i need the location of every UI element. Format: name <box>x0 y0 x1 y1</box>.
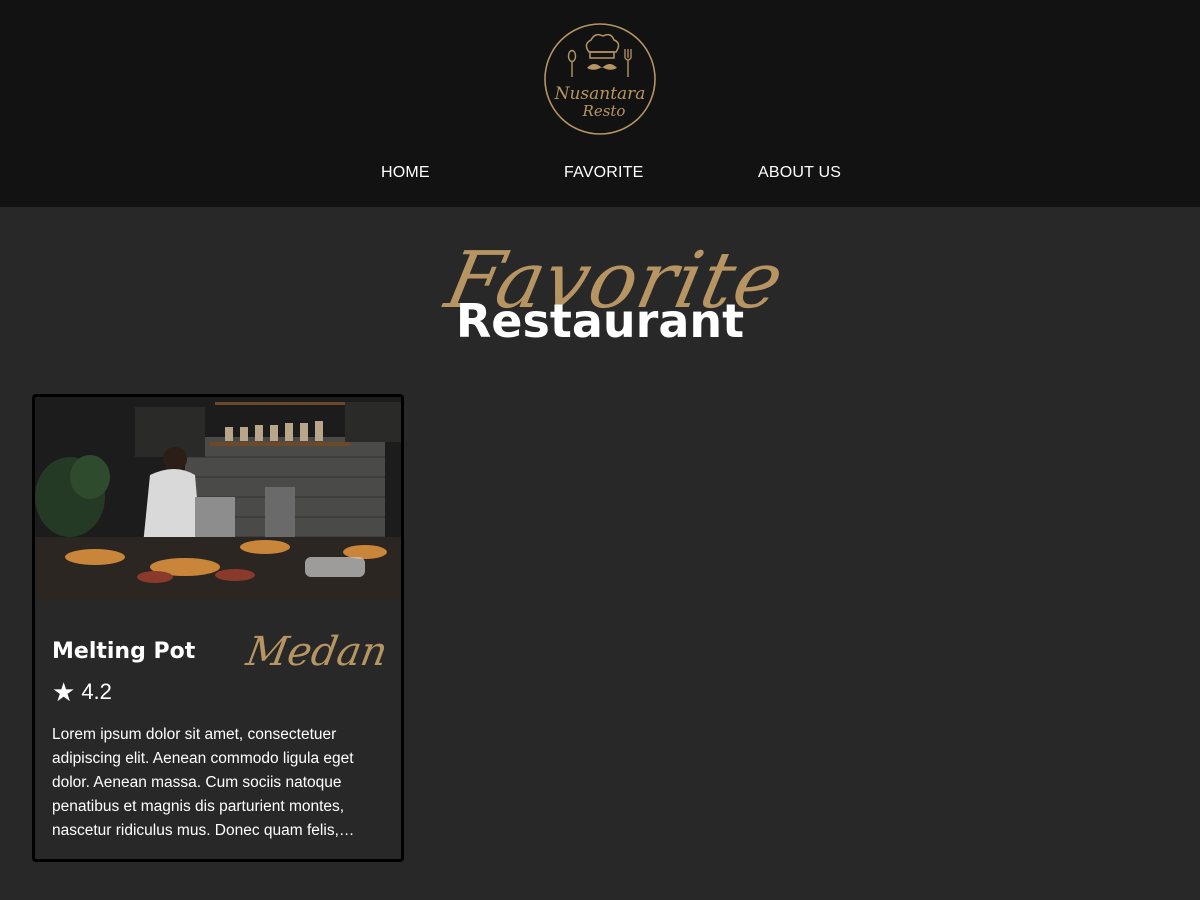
restaurant-image[interactable] <box>35 397 401 601</box>
rating-value: 4.2 <box>81 679 112 704</box>
site-header: Nusantara Resto HOME FAVORITE ABOUT US <box>0 0 1200 207</box>
page-title: Favorite Restaurant <box>0 228 1200 368</box>
nav-about-us-link[interactable]: ABOUT US <box>758 164 841 182</box>
star-icon: ★ <box>52 677 76 707</box>
svg-text:Nusantara: Nusantara <box>554 84 646 104</box>
restaurant-name[interactable]: Melting Pot <box>52 639 195 664</box>
svg-text:Resto: Resto <box>582 102 626 120</box>
restaurant-card[interactable]: Melting Pot Medan ★ 4.2 Lorem ipsum dolo… <box>32 394 404 862</box>
restaurant-city: Medan <box>243 629 392 675</box>
restaurant-photo <box>35 397 401 601</box>
main-nav: HOME FAVORITE ABOUT US <box>0 150 1200 196</box>
nav-favorite-link[interactable]: FAVORITE <box>564 164 644 182</box>
restaurant-description: Lorem ipsum dolor sit amet, consectetuer… <box>52 726 355 839</box>
page-title-main: Restaurant <box>455 294 745 348</box>
restaurant-rating: ★ 4.2 <box>52 679 112 705</box>
nusantara-resto-logo[interactable]: Nusantara Resto <box>543 22 657 136</box>
nav-home-link[interactable]: HOME <box>381 164 430 182</box>
